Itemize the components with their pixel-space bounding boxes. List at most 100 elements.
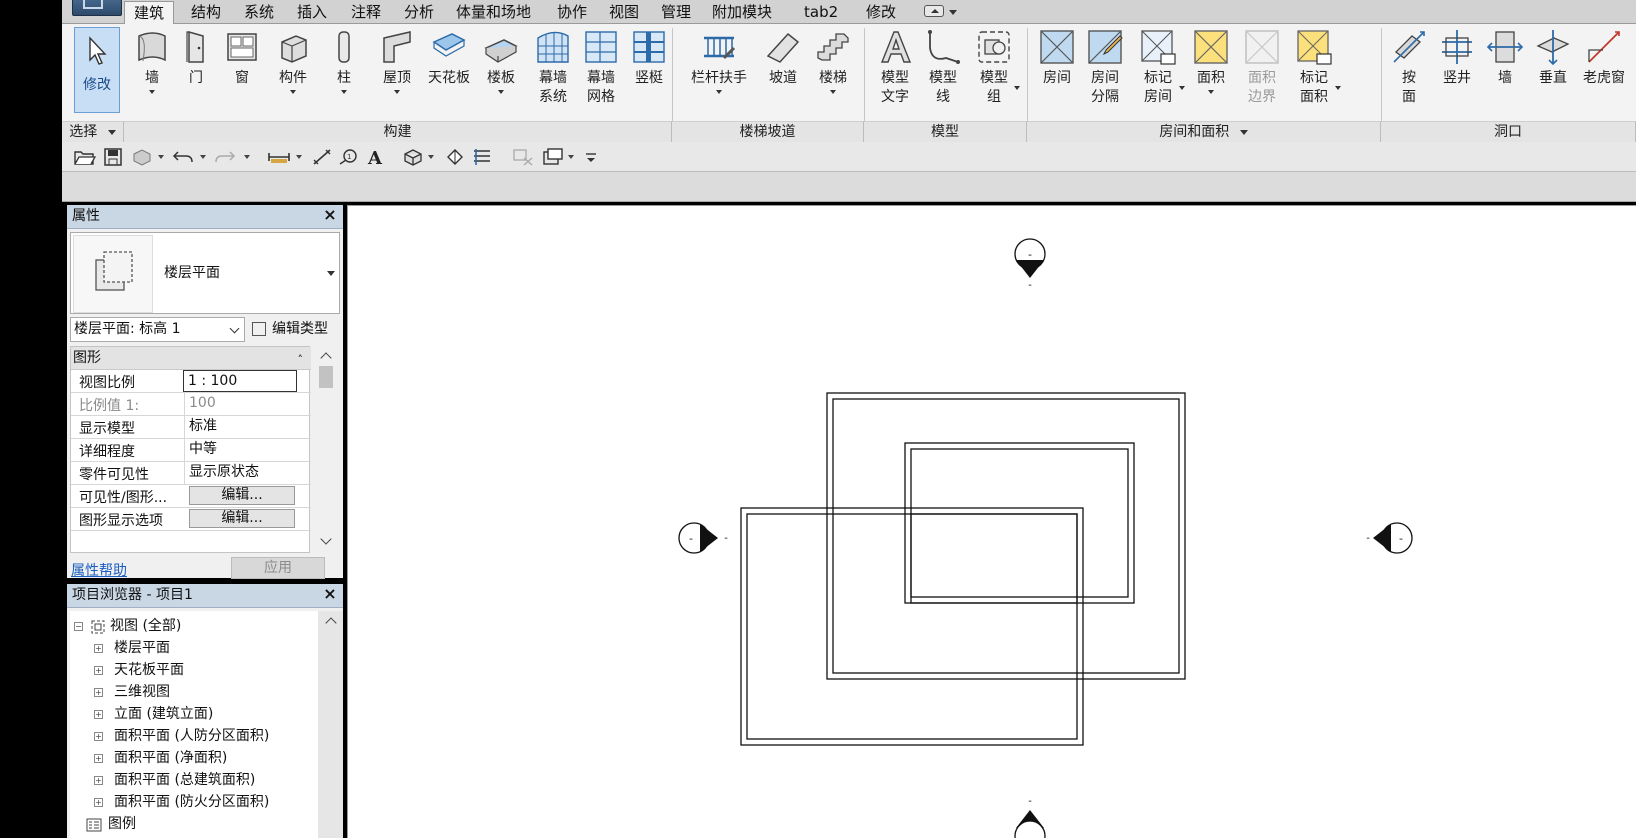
application-menu-button[interactable] [72, 0, 122, 16]
column-button[interactable]: 柱 [322, 26, 366, 118]
room-area-panel-title[interactable]: 房间和面积 [1027, 121, 1381, 142]
text-icon[interactable]: A [366, 148, 384, 166]
scrollbar-thumb[interactable] [319, 366, 333, 388]
elevation-marker-east[interactable]: - - [1366, 522, 1413, 554]
tab-view[interactable]: 视图 [600, 1, 648, 24]
tab-massing-site[interactable]: 体量和场地 [447, 1, 540, 24]
expand-icon[interactable]: + [94, 732, 103, 741]
vertical-opening-button[interactable]: 垂直 [1530, 26, 1576, 118]
drawing-canvas[interactable]: - - - - - - - [347, 205, 1636, 838]
elevation-marker-north[interactable]: - - [1014, 238, 1046, 291]
close-icon[interactable]: × [323, 207, 337, 223]
edit-type-button[interactable]: 编辑类型 [250, 317, 342, 342]
chevron-up-icon[interactable] [320, 352, 332, 364]
elevation-marker-west[interactable]: - - [678, 522, 728, 554]
sync-icon[interactable] [132, 148, 152, 166]
wall-outer-c[interactable] [740, 507, 1084, 746]
door-button[interactable]: 门 [174, 26, 218, 118]
expand-icon[interactable]: + [94, 754, 103, 763]
wall-button[interactable]: 墙 [130, 26, 174, 118]
edit-graphic-display-button[interactable]: 编辑... [189, 509, 295, 528]
modify-button[interactable]: 修改 [74, 27, 120, 113]
elevation-marker-south[interactable]: - [1014, 796, 1046, 838]
wall-outer-b[interactable] [904, 442, 1135, 604]
redo-icon[interactable] [214, 148, 236, 166]
model-line-button[interactable]: 模型 线 [920, 26, 966, 118]
opening-by-face-button[interactable]: 按 面 [1386, 26, 1432, 118]
room-button[interactable]: 房间 [1034, 26, 1080, 118]
measure-icon[interactable] [268, 148, 290, 166]
thin-lines-icon[interactable] [472, 148, 492, 166]
room-separator-button[interactable]: 房间 分隔 [1082, 26, 1128, 118]
mullion-button[interactable]: 竖梃 [626, 26, 672, 118]
roof-button[interactable]: 屋顶 [374, 26, 420, 118]
expand-icon[interactable]: + [94, 688, 103, 697]
chevron-down-icon[interactable] [428, 155, 434, 159]
curtain-grid-button[interactable]: 幕墙 网格 [578, 26, 624, 118]
window-button[interactable]: 窗 [220, 26, 264, 118]
browser-scrollbar[interactable] [318, 611, 343, 838]
switch-windows-icon[interactable] [542, 148, 564, 166]
tab-collaborate[interactable]: 协作 [548, 1, 596, 24]
close-hidden-windows-icon[interactable] [512, 148, 534, 166]
view-scale-input[interactable]: 1 : 100 [183, 370, 297, 392]
section-icon[interactable] [446, 148, 464, 166]
tab-systems[interactable]: 系统 [235, 1, 283, 24]
tag-area-button[interactable]: 标记 面积 [1288, 26, 1341, 118]
expand-icon[interactable]: + [94, 710, 103, 719]
expand-icon[interactable]: + [94, 666, 103, 675]
chevron-down-icon[interactable] [320, 533, 332, 545]
wall-opening-button[interactable]: 墙 [1482, 26, 1528, 118]
chevron-down-icon[interactable] [568, 155, 574, 159]
expand-icon[interactable]: + [94, 798, 103, 807]
curtain-system-button[interactable]: 幕墙 系统 [530, 26, 576, 118]
tab-structure[interactable]: 结构 [182, 1, 230, 24]
tab-modify[interactable]: 修改 [857, 1, 905, 24]
component-button[interactable]: 构件 [270, 26, 316, 118]
property-value[interactable]: 显示原状态 [184, 462, 311, 484]
edit-visibility-button[interactable]: 编辑... [189, 486, 295, 505]
expand-icon[interactable]: + [94, 644, 103, 653]
shaft-button[interactable]: 竖井 [1434, 26, 1480, 118]
property-value[interactable]: 中等 [184, 439, 311, 461]
tab-architecture[interactable]: 建筑 [124, 1, 175, 24]
collapse-icon[interactable]: − [74, 622, 83, 631]
chevron-up-icon[interactable] [325, 617, 337, 629]
property-value[interactable]: 标准 [184, 416, 311, 438]
floor-button[interactable]: 楼板 [478, 26, 524, 118]
tab-analyze[interactable]: 分析 [395, 1, 443, 24]
select-panel-title[interactable]: 选择 [62, 121, 124, 142]
tag-room-button[interactable]: 标记 房间 [1132, 26, 1185, 118]
wall-outer-a[interactable] [826, 392, 1186, 680]
group-graphics[interactable]: 图形 ˄ [71, 347, 311, 370]
instance-filter-dropdown[interactable]: 楼层平面: 标高 1 [70, 317, 245, 342]
tab-tab2[interactable]: tab2 [795, 1, 847, 24]
tree-root-views[interactable]: − 视图 (全部) [74, 616, 314, 637]
expand-icon[interactable]: + [94, 776, 103, 785]
chevron-down-icon[interactable] [158, 155, 164, 159]
tab-add-ins[interactable]: 附加模块 [703, 1, 781, 24]
tab-manage[interactable]: 管理 [652, 1, 700, 24]
tag-icon[interactable]: 1 [338, 148, 358, 166]
3d-view-icon[interactable] [402, 148, 424, 166]
chevron-down-icon[interactable] [200, 155, 206, 159]
close-icon[interactable]: × [323, 586, 337, 602]
customize-qat-icon[interactable] [584, 148, 598, 166]
chevron-down-icon[interactable] [244, 155, 250, 159]
railing-button[interactable]: 栏杆扶手 [684, 26, 754, 118]
ceiling-button[interactable]: 天花板 [424, 26, 474, 118]
chevron-down-icon[interactable] [296, 155, 302, 159]
model-group-button[interactable]: 模型 组 [968, 26, 1020, 118]
ramp-button[interactable]: 坡道 [760, 26, 806, 118]
save-icon[interactable] [104, 148, 122, 166]
area-button[interactable]: 面积 [1188, 26, 1234, 118]
open-icon[interactable] [74, 148, 96, 166]
properties-scrollbar[interactable] [313, 346, 340, 553]
ribbon-display-toggle[interactable] [924, 4, 966, 20]
undo-icon[interactable] [172, 148, 194, 166]
apply-button[interactable]: 应用 [231, 557, 325, 579]
tab-insert[interactable]: 插入 [288, 1, 336, 24]
aligned-dimension-icon[interactable] [312, 148, 332, 166]
tab-annotate[interactable]: 注释 [342, 1, 390, 24]
model-text-button[interactable]: 模型 文字 [872, 26, 918, 118]
